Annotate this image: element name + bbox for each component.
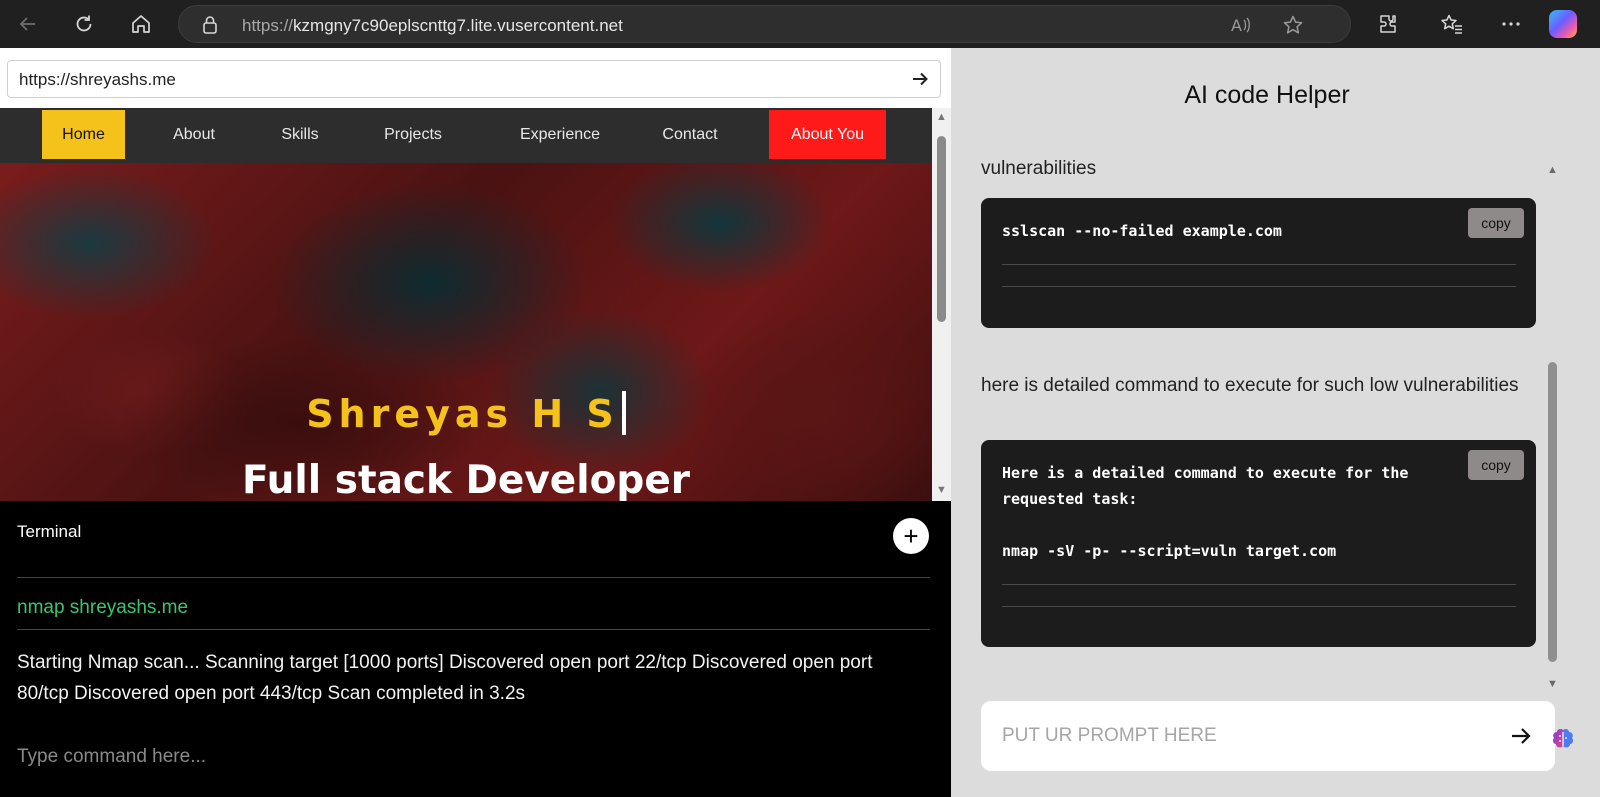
scroll-down-icon[interactable]: ▼: [1547, 678, 1558, 690]
website-preview: Home About Skills Projects Experience Co…: [0, 108, 932, 501]
add-terminal-button[interactable]: +: [893, 518, 929, 554]
url-host: kzmgny7c90eplscnttg7.lite.vusercontent.n…: [293, 16, 623, 35]
prompt-input[interactable]: PUT UR PROMPT HERE: [981, 701, 1555, 771]
preview-address-bar[interactable]: https://shreyashs.me: [7, 60, 941, 98]
nav-about[interactable]: About: [161, 110, 227, 159]
scroll-up-icon[interactable]: ▲: [1547, 164, 1558, 176]
scroll-down-icon[interactable]: ▼: [936, 484, 947, 496]
send-arrow-icon[interactable]: [1508, 723, 1534, 754]
copilot-icon[interactable]: [1549, 10, 1577, 38]
go-arrow-icon[interactable]: [910, 69, 930, 94]
nav-contact[interactable]: Contact: [653, 110, 727, 159]
copy-button[interactable]: copy: [1468, 208, 1524, 238]
preview-scrollbar[interactable]: ▲ ▼: [932, 108, 951, 501]
copy-button[interactable]: copy: [1468, 450, 1524, 480]
terminal-title: Terminal: [17, 522, 82, 541]
code-block: Here is a detailed command to execute fo…: [981, 440, 1536, 647]
preview-pane: https://shreyashs.me Home About Skills P…: [0, 48, 951, 797]
prompt-placeholder[interactable]: PUT UR PROMPT HERE: [1002, 725, 1217, 747]
back-icon[interactable]: [12, 8, 44, 40]
message-text: vulnerabilities: [981, 158, 1097, 179]
code-divider: [1002, 606, 1516, 607]
terminal-output: Starting Nmap scan... Scanning target [1…: [17, 652, 873, 704]
extensions-icon[interactable]: [1372, 8, 1404, 40]
terminal-panel: Terminal + nmap shreyashs.me Starting Nm…: [0, 501, 951, 797]
hero-name: Shreyas H S: [0, 391, 932, 436]
hero-name-text: Shreyas H S: [306, 392, 619, 436]
nav-projects[interactable]: Projects: [376, 110, 450, 159]
code-divider: [1002, 264, 1516, 265]
site-nav: Home About Skills Projects Experience Co…: [0, 108, 932, 163]
nav-home[interactable]: Home: [42, 110, 125, 159]
terminal-command: nmap shreyashs.me: [17, 597, 189, 618]
address-bar[interactable]: https://kzmgny7c90eplscnttg7.lite.vuserc…: [178, 5, 1351, 43]
favorite-star-icon[interactable]: [1282, 14, 1304, 41]
code-divider: [1002, 584, 1516, 585]
svg-text:A: A: [1231, 16, 1242, 35]
more-icon[interactable]: [1495, 8, 1527, 40]
helper-title: AI code Helper: [1184, 81, 1350, 109]
message-text: here is detailed command to execute for …: [981, 375, 1519, 396]
read-aloud-icon[interactable]: A: [1230, 14, 1252, 41]
code-text: Here is a detailed command to execute fo…: [1002, 464, 1409, 560]
divider: [17, 629, 930, 630]
refresh-icon[interactable]: [68, 8, 100, 40]
code-block: sslscan --no-failed example.com copy: [981, 198, 1536, 328]
brain-icon[interactable]: [1549, 726, 1577, 754]
nav-experience[interactable]: Experience: [505, 110, 615, 159]
code-divider: [1002, 286, 1516, 287]
browser-toolbar: https://kzmgny7c90eplscnttg7.lite.vuserc…: [0, 0, 1600, 48]
scrollbar-thumb[interactable]: [937, 136, 946, 322]
ai-helper-pane: AI code Helper vulnerabilities sslscan -…: [951, 48, 1600, 797]
scrollbar-thumb[interactable]: [1548, 362, 1557, 662]
favorites-icon[interactable]: [1436, 8, 1468, 40]
terminal-input[interactable]: Type command here...: [17, 746, 206, 768]
url-text: https://kzmgny7c90eplscnttg7.lite.vuserc…: [242, 16, 623, 36]
chat-history: vulnerabilities sslscan --no-failed exam…: [951, 158, 1600, 733]
hero-role: Full stack Developer: [241, 458, 691, 501]
divider: [17, 577, 930, 578]
code-text: sslscan --no-failed example.com: [1002, 222, 1282, 240]
chat-scrollbar[interactable]: ▲ ▼: [1544, 158, 1562, 695]
home-icon[interactable]: [125, 8, 157, 40]
typing-caret: [621, 391, 626, 435]
hero-section: Shreyas H S Full stack Developer: [0, 163, 932, 501]
lock-icon[interactable]: [201, 15, 219, 40]
scroll-up-icon[interactable]: ▲: [936, 111, 947, 123]
nav-skills[interactable]: Skills: [275, 110, 325, 159]
nav-about-you[interactable]: About You: [769, 110, 886, 159]
url-protocol: https://: [242, 16, 294, 35]
preview-address-input[interactable]: https://shreyashs.me: [19, 70, 176, 90]
